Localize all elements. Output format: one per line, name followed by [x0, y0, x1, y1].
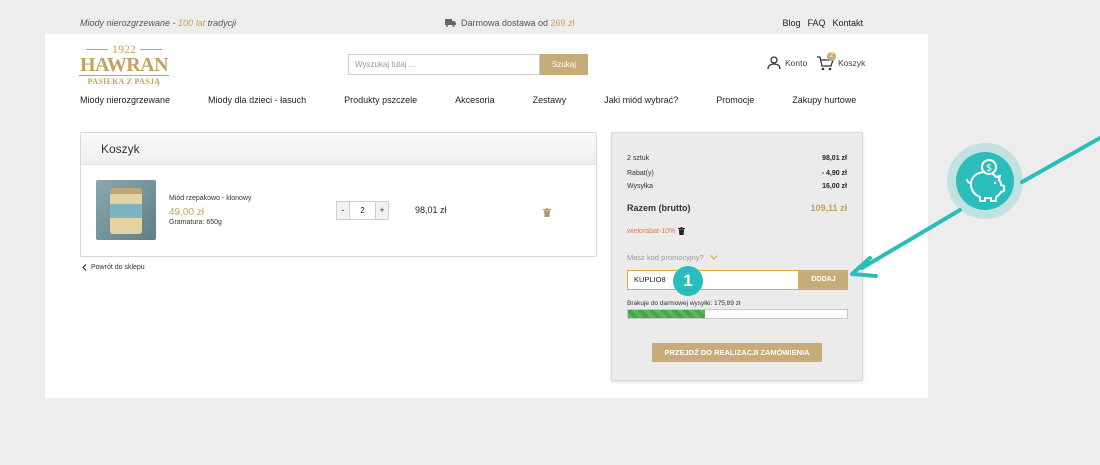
cart-panel: Koszyk Miód rzepakowo - klonowy 49,00 zł…	[80, 132, 597, 257]
free-ship-label: Brakuje do darmowej wysyłki:	[627, 300, 713, 307]
decrease-qty-button[interactable]: -	[336, 201, 350, 220]
search-input[interactable]	[348, 54, 540, 75]
promo-code-toggle[interactable]: Masz kod promocyjny?	[627, 253, 718, 262]
user-icon	[767, 56, 781, 70]
discount-tag-label: wielorabat-10%	[627, 227, 676, 235]
page-container: 1922 HAWRAN PASIEKA Z PASJĄ Szukaj Konto…	[45, 34, 928, 398]
account-link[interactable]: Konto	[767, 56, 807, 70]
link-kontakt[interactable]: Kontakt	[832, 18, 863, 28]
summary-row-items: 2 sztuk 98,01 zł	[627, 155, 847, 162]
tagline-suffix: tradycji	[205, 18, 237, 28]
summary-value: - 4,90 zł	[821, 170, 847, 177]
cart-label: Koszyk	[838, 58, 866, 68]
cart-link[interactable]: 2 Koszyk	[816, 52, 866, 72]
total-label: Razem (brutto)	[627, 203, 691, 213]
cart-title: Koszyk	[81, 133, 596, 165]
logo-brand: HAWRAN	[79, 54, 169, 76]
order-summary: 2 sztuk 98,01 zł Rabat(y) - 4,90 zł Wysyłk…	[611, 132, 863, 381]
shipping-prefix: Darmowa dostawa	[461, 18, 536, 28]
summary-value: 16,00 zł	[822, 183, 847, 190]
link-blog[interactable]: Blog	[782, 18, 800, 28]
product-gramatura: Gramatura: 650g	[169, 219, 222, 226]
summary-label: Wysyłka	[627, 183, 653, 190]
nav-item-hurt[interactable]: Zakupy hurtowe	[792, 95, 856, 105]
back-to-shop-link[interactable]: Powrót do sklepu	[82, 264, 145, 271]
back-label: Powrót do sklepu	[91, 264, 145, 271]
free-shipping-progress	[627, 309, 848, 319]
promo-question: Masz kod promocyjny?	[627, 253, 704, 262]
trash-icon[interactable]	[678, 227, 686, 235]
truck-icon	[445, 19, 456, 27]
product-image[interactable]	[96, 180, 156, 240]
logo-tag: PASIEKA Z PASJĄ	[79, 75, 169, 87]
search-bar: Szukaj	[348, 54, 588, 75]
nav-item-akcesoria[interactable]: Akcesoria	[455, 95, 495, 105]
nav-item-miody-dzieci[interactable]: Miody dla dzieci - łasuch	[208, 95, 306, 105]
discount-tag: wielorabat-10%	[627, 227, 686, 235]
nav-item-zestawy[interactable]: Zestawy	[533, 95, 567, 105]
shipping-amount: 269 zł	[550, 18, 575, 28]
trash-icon	[543, 208, 551, 217]
promo-code-form: KUPLIO8 DODAJ	[627, 270, 848, 290]
top-links: Blog FAQ Kontakt	[782, 18, 863, 28]
quantity-value[interactable]: 2	[350, 201, 375, 220]
checkout-button[interactable]: PRZEJDŹ DO REALIZACJI ZAMÓWIENIA	[652, 343, 822, 362]
cart-count-badge: 2	[827, 52, 836, 61]
summary-label: 2 sztuk	[627, 155, 650, 162]
product-name[interactable]: Miód rzepakowo - klonowy	[169, 195, 251, 202]
chevron-left-icon	[82, 264, 87, 271]
search-button[interactable]: Szukaj	[540, 54, 588, 75]
chevron-down-icon	[709, 255, 718, 260]
nav-item-promocje[interactable]: Promocje	[716, 95, 754, 105]
line-total: 98,01 zł	[415, 205, 447, 215]
free-shipping-remaining: Brakuje do darmowej wysyłki: 175,89 zł	[627, 300, 740, 307]
free-ship-amount: 175,89 zł	[714, 300, 741, 307]
product-price: 49,00 zł	[169, 207, 205, 218]
free-shipping-info: Darmowa dostawa od 269 zł	[445, 18, 575, 28]
account-label: Konto	[785, 58, 808, 68]
increase-qty-button[interactable]: +	[375, 201, 389, 220]
summary-row-total: Razem (brutto) 109,11 zł	[627, 203, 847, 213]
summary-label: Rabat(y)	[627, 170, 654, 177]
logo[interactable]: 1922 HAWRAN PASIEKA Z PASJĄ	[79, 43, 169, 87]
summary-row-shipping: Wysyłka 16,00 zł	[627, 183, 847, 190]
total-value: 109,11 zł	[810, 203, 847, 213]
tagline-accent: 100 lat	[178, 18, 206, 28]
promo-code-input[interactable]: KUPLIO8	[627, 270, 799, 290]
progress-fill	[628, 310, 705, 318]
shipping-mid: od	[535, 18, 551, 28]
svg-text:$: $	[986, 163, 992, 174]
link-faq[interactable]: FAQ	[807, 18, 825, 28]
step-number-badge: 1	[673, 266, 703, 296]
summary-row-discount: Rabat(y) - 4,90 zł	[627, 170, 847, 177]
tagline: Miody nierozgrzewane - 100 lat tradycji	[80, 18, 236, 28]
main-nav: Miody nierozgrzewane Miody dla dzieci - …	[80, 95, 894, 105]
nav-item-produkty[interactable]: Produkty pszczele	[344, 95, 417, 105]
nav-item-jaki-miod[interactable]: Jaki miód wybrać?	[604, 95, 678, 105]
remove-item-button[interactable]	[543, 204, 551, 222]
nav-item-miody[interactable]: Miody nierozgrzewane	[80, 95, 170, 105]
piggy-bank-icon: $	[947, 143, 1023, 219]
promo-add-button[interactable]: DODAJ	[799, 270, 848, 290]
tagline-prefix: Miody nierozgrzewane -	[80, 18, 179, 28]
summary-value: 98,01 zł	[822, 155, 847, 162]
quantity-stepper: - 2 +	[336, 201, 389, 220]
